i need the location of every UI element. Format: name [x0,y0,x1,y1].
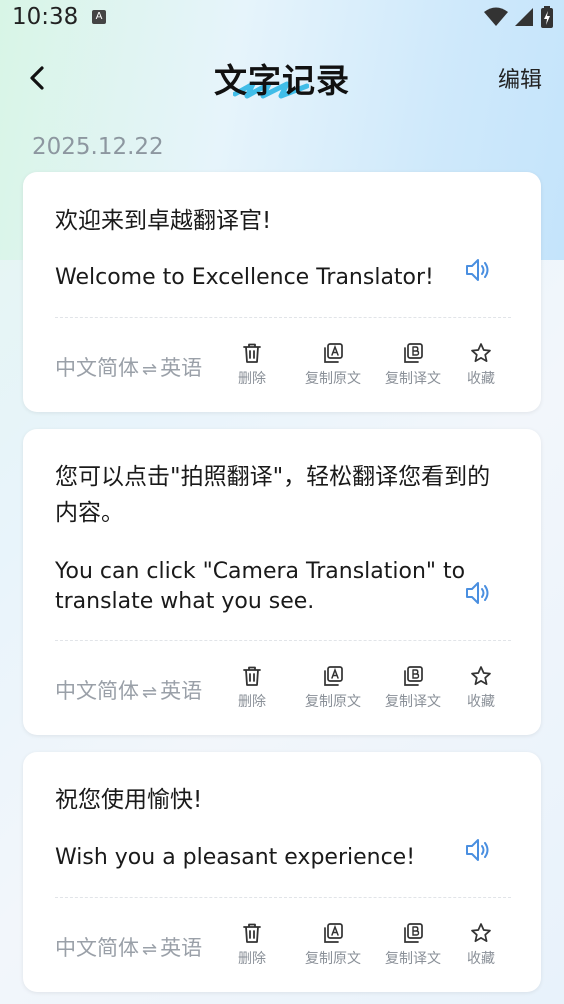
record-card: 祝您使用愉快! Wish you a pleasant experience! … [23,752,541,992]
source-text: 您可以点击"拍照翻译"，轻松翻译您看到的内容。 [55,464,491,526]
copy-source-icon [324,343,343,363]
copy-translation-icon [404,343,423,363]
lang-from: 中文简体 [55,936,139,960]
star-icon [471,923,491,943]
favorite-button[interactable]: 收藏 [441,665,521,711]
battery-icon [541,6,553,28]
copy-translation-icon [404,923,423,943]
language-pair[interactable]: 中文简体 ⇌ 英语 [55,932,202,962]
speaker-icon[interactable] [463,579,491,607]
divider [55,317,511,318]
copy-source-button[interactable]: 复制原文 [293,342,373,388]
page-title: 文字记录 [214,61,350,100]
title-wrap: 文字记录 [0,54,564,102]
trash-icon [243,343,261,363]
copy-source-label: 复制原文 [305,371,361,387]
copy-translation-icon [404,666,423,686]
lang-to: 英语 [160,356,203,380]
copy-source-button[interactable]: 复制原文 [293,665,373,711]
delete-button[interactable]: 删除 [212,665,292,711]
copy-source-icon [324,666,343,686]
source-text: 欢迎来到卓越翻译官! [55,208,272,234]
divider [55,640,511,641]
star-icon [471,666,491,686]
edit-button[interactable]: 编辑 [498,62,542,94]
language-pair[interactable]: 中文简体 ⇌ 英语 [55,675,202,705]
copy-source-icon [324,923,343,943]
favorite-label: 收藏 [467,951,495,967]
delete-button[interactable]: 删除 [212,922,292,968]
speaker-icon[interactable] [463,256,491,284]
status-time: 10:38 [12,4,79,30]
status-icons [484,6,554,28]
swap-icon: ⇌ [142,359,158,380]
notification-icon: A [92,10,106,24]
date-heading: 2025.12.22 [32,134,164,160]
speaker-icon[interactable] [463,836,491,864]
favorite-label: 收藏 [467,371,495,387]
lang-from: 中文简体 [55,679,139,703]
app-header: 文字记录 编辑 [0,46,564,110]
star-icon [471,343,491,363]
delete-label: 删除 [238,371,266,387]
copy-source-label: 复制原文 [305,694,361,710]
translated-text: Wish you a pleasant experience! [55,845,416,870]
delete-label: 删除 [238,951,266,967]
delete-button[interactable]: 删除 [212,342,292,388]
translated-text: You can click "Camera Translation" to tr… [55,559,466,614]
favorite-button[interactable]: 收藏 [441,922,521,968]
source-text: 祝您使用愉快! [55,787,203,813]
divider [55,897,511,898]
copy-source-label: 复制原文 [305,951,361,967]
wifi-icon [484,7,508,26]
lang-to: 英语 [160,679,203,703]
swap-icon: ⇌ [142,682,158,703]
trash-icon [243,666,261,686]
favorite-label: 收藏 [467,694,495,710]
favorite-button[interactable]: 收藏 [441,342,521,388]
record-card: 欢迎来到卓越翻译官! Welcome to Excellence Transla… [23,172,541,412]
copy-source-button[interactable]: 复制原文 [293,922,373,968]
delete-label: 删除 [238,694,266,710]
lang-to: 英语 [160,936,203,960]
signal-icon [515,8,533,26]
trash-icon [243,923,261,943]
language-pair[interactable]: 中文简体 ⇌ 英语 [55,352,202,382]
lang-from: 中文简体 [55,356,139,380]
translated-text: Welcome to Excellence Translator! [55,265,434,290]
record-card: 您可以点击"拍照翻译"，轻松翻译您看到的内容。 You can click "C… [23,429,541,735]
swap-icon: ⇌ [142,939,158,960]
status-bar: 10:38 A [0,0,564,40]
